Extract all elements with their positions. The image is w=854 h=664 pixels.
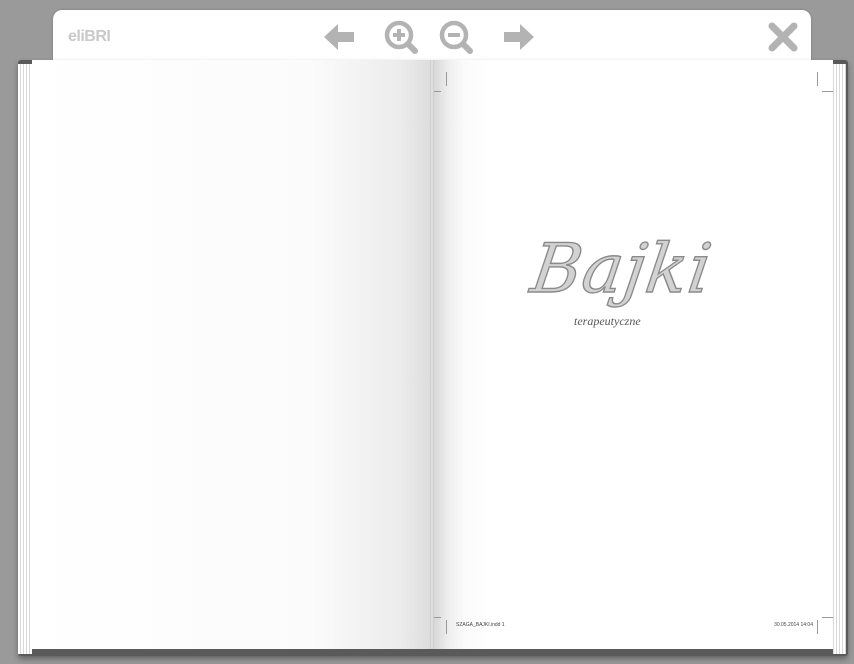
left-page[interactable] bbox=[32, 60, 432, 649]
zoom-in-icon bbox=[384, 20, 418, 54]
right-page[interactable]: Bajki terapeutyczne SZAGA_BAJKI.indd 1 3… bbox=[432, 60, 833, 649]
zoom-out-button[interactable] bbox=[438, 19, 474, 55]
next-page-button[interactable] bbox=[501, 19, 537, 55]
book-title: Bajki terapeutyczne bbox=[526, 229, 732, 340]
crop-mark bbox=[822, 617, 833, 618]
crop-mark bbox=[822, 91, 833, 92]
book-title-subtitle: terapeutyczne bbox=[574, 314, 641, 328]
crop-mark bbox=[446, 72, 447, 86]
zoom-out-icon bbox=[439, 20, 473, 54]
print-slug-file: SZAGA_BAJKI.indd 1 bbox=[456, 622, 505, 628]
print-slug-date: 30.05.2014 14:04 bbox=[774, 622, 813, 628]
crop-mark bbox=[817, 72, 818, 86]
arrow-left-icon bbox=[324, 24, 354, 50]
viewer-toolbar: eliBRI bbox=[53, 10, 811, 64]
close-icon bbox=[768, 22, 798, 52]
elibri-logo: eliBRI bbox=[68, 28, 111, 45]
previous-page-button[interactable] bbox=[321, 19, 357, 55]
book-spine bbox=[430, 60, 434, 649]
close-button[interactable] bbox=[765, 19, 801, 55]
crop-mark bbox=[817, 620, 818, 634]
zoom-in-button[interactable] bbox=[383, 19, 419, 55]
book-left-page-edges bbox=[18, 64, 32, 654]
book-title-main: Bajki bbox=[526, 229, 718, 309]
book-right-page-edges bbox=[833, 64, 846, 654]
crop-mark bbox=[446, 620, 447, 634]
arrow-right-icon bbox=[504, 24, 534, 50]
